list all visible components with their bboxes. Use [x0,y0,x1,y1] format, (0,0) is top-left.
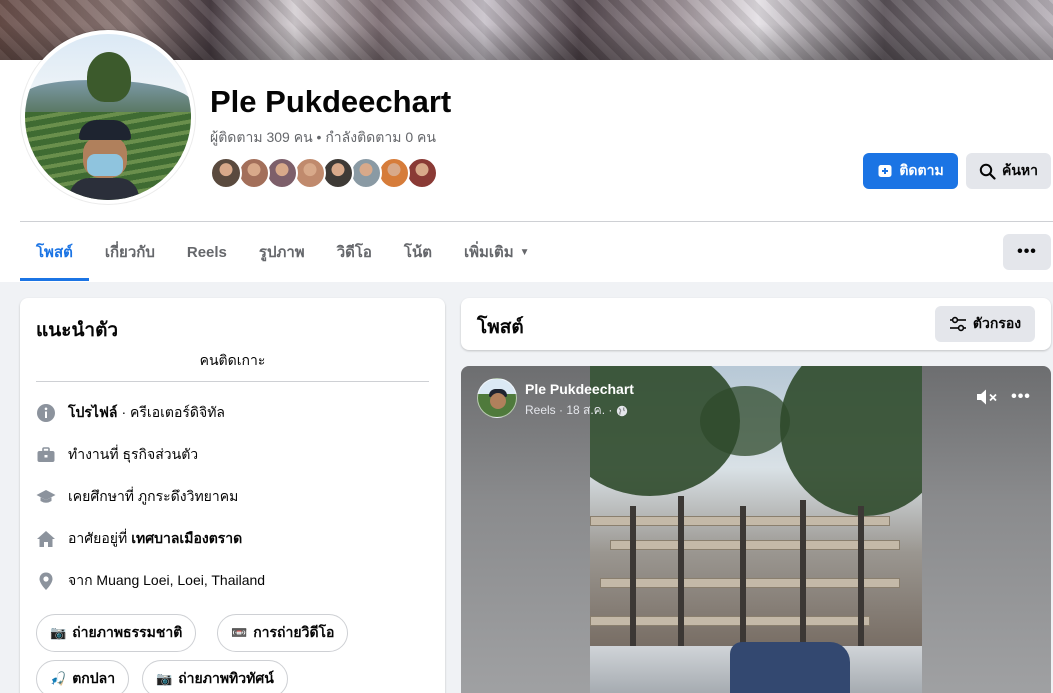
location-pin-icon [36,571,56,591]
camera-icon: 📷 [50,625,67,640]
profile-picture[interactable] [21,30,195,204]
follower-avatar[interactable] [266,157,298,189]
tab-photos[interactable]: รูปภาพ [243,223,321,281]
tab-posts[interactable]: โพสต์ [20,223,89,281]
hobby-chip[interactable]: 📼 การถ่ายวิดีโอ [217,614,349,652]
search-icon [979,163,996,180]
tab-notes[interactable]: โน้ต [388,223,448,281]
briefcase-icon [36,445,56,465]
hobby-chip[interactable]: 📷 ถ่ายภาพธรรมชาติ [36,614,197,652]
reel-video[interactable] [590,366,922,693]
search-button[interactable]: ค้นหา [966,153,1051,189]
camera-icon: 📷 [156,671,173,686]
follower-avatar[interactable] [322,157,354,189]
reel-meta: Reels · 18 ส.ค. · [525,401,628,420]
follow-label: ติดตาม [899,162,944,178]
reel-post[interactable]: Ple Pukdeechart Reels · 18 ส.ค. · ••• [461,366,1051,693]
graduation-cap-icon [36,487,56,507]
follower-avatar[interactable] [294,157,326,189]
more-options-button[interactable]: ••• [1003,234,1051,270]
hobby-chip[interactable]: 📷 ถ่ายภาพทิวทัศน์ [142,660,288,693]
filter-button[interactable]: ตัวกรอง [935,306,1035,342]
filter-sliders-icon [949,316,967,332]
intro-divider [36,381,429,382]
hometown-link[interactable]: เทศบาลเมืองตราด [131,528,242,550]
tab-reels[interactable]: Reels [171,223,243,281]
follower-avatar[interactable] [238,157,270,189]
follower-avatar[interactable] [378,157,410,189]
intro-row-home: อาศัยอยู่ที่ เทศบาลเมืองตราด [36,527,429,551]
intro-row-work: ทำงานที่ ธุรกิจส่วนตัว [36,443,429,467]
posts-title: โพสต์ [477,317,524,338]
profile-tabs: โพสต์ เกี่ยวกับ Reels รูปภาพ วิดีโอ โน้ต… [20,223,546,281]
filter-label: ตัวกรอง [972,315,1022,331]
reel-more-options-button[interactable]: ••• [1009,386,1033,408]
fishing-icon: 🎣 [50,671,67,686]
caret-down-icon: ▼ [519,246,530,258]
follower-avatar[interactable] [350,157,382,189]
info-icon [36,403,56,423]
follower-avatar[interactable] [406,157,438,189]
follower-avatars [210,157,450,189]
tab-about[interactable]: เกี่ยวกับ [89,223,171,281]
intro-row-profile: โปรไฟล์ · ครีเอเตอร์ดิจิทัล [36,401,429,425]
mute-icon[interactable] [975,386,999,408]
reel-author-avatar[interactable] [477,378,517,418]
follow-icon [877,163,893,179]
home-icon [36,529,56,549]
videocassette-icon: 📼 [231,625,248,640]
posts-header-card: โพสต์ ตัวกรอง [461,298,1051,350]
intro-row-education: เคยศึกษาที่ ภูกระดึงวิทยาคม [36,485,429,509]
intro-row-from: จาก Muang Loei, Loei, Thailand [36,569,429,593]
follower-stats[interactable]: ผู้ติดตาม 309 คน • กำลังติดตาม 0 คน [210,127,436,149]
search-label: ค้นหา [1001,162,1039,178]
follower-avatar[interactable] [210,157,242,189]
intro-card: แนะนำตัว คนติดเกาะ โปรไฟล์ · ครีเอเตอร์ด… [20,298,445,693]
globe-icon [616,405,628,417]
profile-name: Ple Pukdeechart [210,84,452,119]
tab-videos[interactable]: วิดีโอ [321,223,388,281]
reel-author-name[interactable]: Ple Pukdeechart [525,381,634,397]
hobby-chip[interactable]: 🎣 ตกปลา [36,660,130,693]
intro-title: แนะนำตัว [36,320,119,341]
header-divider [20,221,1053,222]
tab-more[interactable]: เพิ่มเติม ▼ [448,223,546,281]
follow-button[interactable]: ติดตาม [863,153,958,189]
intro-bio: คนติดเกาะ [199,352,266,368]
